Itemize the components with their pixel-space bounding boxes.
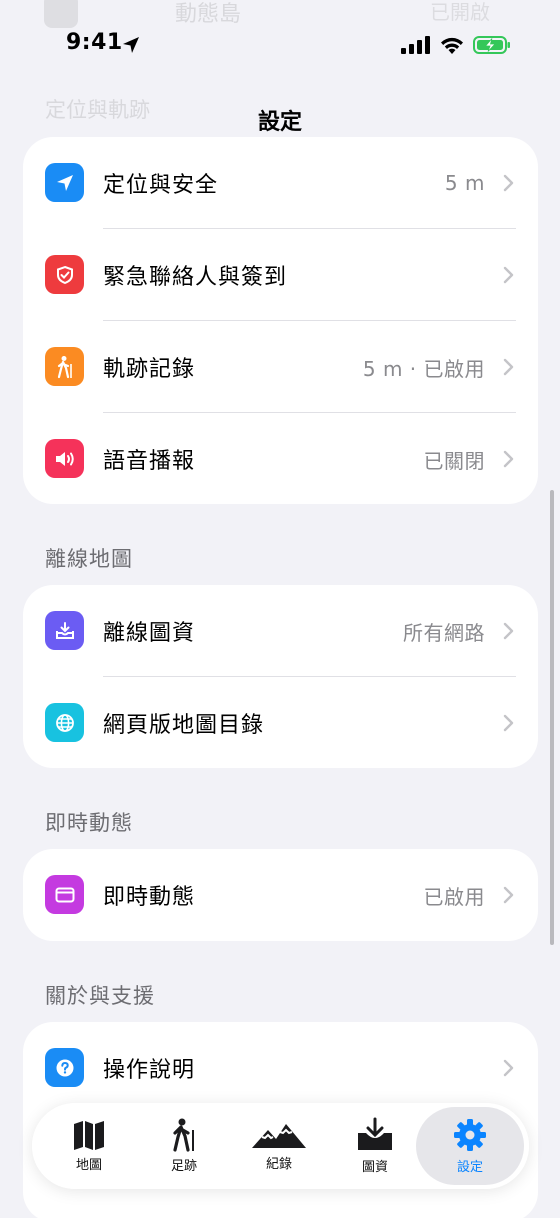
tab-label: 足跡 (170, 1159, 197, 1174)
chevron-right-icon (503, 714, 514, 732)
tab-label: 設定 (456, 1160, 483, 1175)
status-bar: 9:41 (0, 0, 560, 90)
chevron-right-icon (503, 1059, 514, 1077)
row-value: 5 m (444, 171, 485, 195)
chevron-right-icon (503, 450, 514, 468)
page-title: 設定 (257, 110, 302, 135)
row-web-map-catalog[interactable]: 網頁版地圖目錄 (23, 677, 538, 768)
row-label: 軌跡記錄 (103, 357, 196, 382)
row-user-guide[interactable]: 操作說明 (23, 1022, 538, 1114)
scroll-indicator[interactable] (550, 490, 554, 945)
chevron-right-icon (503, 266, 514, 284)
row-value: 所有網路 (403, 620, 485, 645)
settings-group-offline-maps: 離線圖資 所有網路 網頁版地圖目錄 (23, 585, 538, 768)
row-location-safety[interactable]: 定位與安全 5 m (23, 137, 538, 229)
tab-footprint[interactable]: 足跡 (137, 1103, 231, 1189)
tab-map-data[interactable]: 圖資 (328, 1103, 422, 1189)
row-live-activity[interactable]: 即時動態 已啟用 (23, 849, 538, 941)
chevron-right-icon (503, 358, 514, 376)
wifi-icon (441, 37, 463, 54)
section-header-offline-maps: 離線地圖 (45, 547, 133, 571)
question-icon (45, 1048, 84, 1087)
row-label: 離線圖資 (103, 621, 196, 646)
row-label: 緊急聯絡人與簽到 (103, 265, 288, 290)
row-label: 定位與安全 (103, 173, 219, 198)
globe-icon (45, 703, 84, 742)
section-header-live-activity: 即時動態 (45, 811, 133, 835)
tab-records[interactable]: 紀錄 (232, 1103, 326, 1189)
chevron-right-icon (503, 886, 514, 904)
row-label: 語音播報 (103, 449, 196, 474)
live-activity-icon (45, 875, 84, 914)
chevron-right-icon (503, 174, 514, 192)
location-services-icon (123, 37, 139, 53)
location-arrow-icon (45, 163, 84, 202)
download-tray-icon (45, 611, 84, 650)
row-emergency-contacts[interactable]: 緊急聯絡人與簽到 (23, 229, 538, 321)
row-offline-map-data[interactable]: 離線圖資 所有網路 (23, 585, 538, 677)
map-icon (74, 1121, 104, 1150)
row-label: 操作說明 (103, 1058, 196, 1083)
tab-label: 圖資 (361, 1160, 388, 1175)
gear-icon (454, 1119, 486, 1151)
tab-label: 地圖 (75, 1158, 102, 1173)
hiker-icon (45, 347, 84, 386)
speaker-icon (45, 439, 84, 478)
mountains-icon (252, 1124, 306, 1148)
hiker-icon (173, 1118, 194, 1152)
chevron-right-icon (503, 622, 514, 640)
tab-bar: 地圖 足跡 紀錄 圖資 設定 (32, 1103, 529, 1189)
shield-check-icon (45, 255, 84, 294)
row-voice-announcement[interactable]: 語音播報 已關閉 (23, 413, 538, 504)
download-tray-icon (358, 1117, 392, 1150)
row-track-recording[interactable]: 軌跡記錄 5 m · 已啟用 (23, 321, 538, 413)
row-label: 即時動態 (103, 885, 196, 910)
tab-map[interactable]: 地圖 (42, 1103, 136, 1189)
settings-group-location: 定位與安全 5 m 緊急聯絡人與簽到 軌跡記錄 5 m · 已啟用 語音播報 已… (23, 137, 538, 504)
row-label: 網頁版地圖目錄 (103, 713, 265, 738)
cellular-signal-icon (401, 36, 430, 54)
row-value: 5 m · 已啟用 (362, 356, 485, 381)
section-header-about-support: 關於與支援 (45, 984, 155, 1008)
settings-group-live-activity: 即時動態 已啟用 (23, 849, 538, 941)
tab-label: 紀錄 (265, 1157, 292, 1172)
row-value: 已關閉 (423, 448, 485, 473)
status-time: 9:41 (66, 30, 123, 55)
battery-charging-icon (473, 36, 510, 54)
tab-settings[interactable]: 設定 (416, 1107, 524, 1185)
row-value: 已啟用 (423, 884, 485, 909)
